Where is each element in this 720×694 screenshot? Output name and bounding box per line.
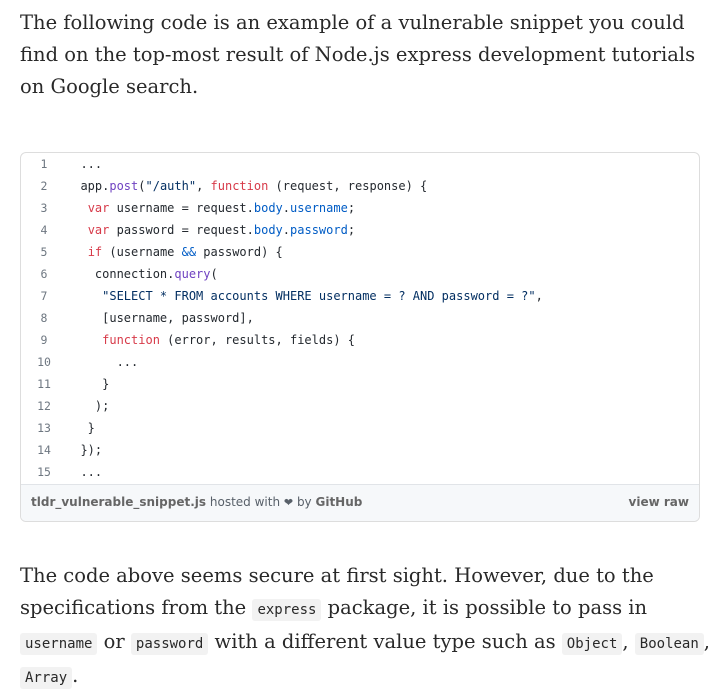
code-line: 13 } (21, 417, 699, 439)
code-text: [username, password], (66, 311, 254, 325)
code-text: var password = request.body.password; (87, 223, 356, 237)
line-number: 1 (40, 157, 48, 171)
explanation-text-3: or (103, 630, 125, 653)
line-number: 9 (40, 333, 48, 347)
code-text: ... (66, 465, 103, 479)
gist-filename-link[interactable]: tldr_vulnerable_snippet.js (31, 495, 206, 509)
code-line: 8 [username, password], (21, 307, 699, 329)
line-number: 13 (37, 421, 51, 435)
line-number: 11 (37, 377, 51, 391)
code-text: app.post("/auth", function (request, res… (66, 179, 428, 193)
code-line: 6 connection.query( (21, 263, 699, 285)
view-raw-link[interactable]: view raw (629, 495, 689, 509)
code-text: if (username && password) { (87, 245, 283, 259)
code-line: 15 ... (21, 461, 699, 483)
inline-code-password: password (130, 633, 209, 655)
line-number: 2 (40, 179, 48, 193)
code-line: 7 "SELECT * FROM accounts WHERE username… (21, 285, 699, 307)
line-number: 15 (37, 465, 51, 479)
code-line: 3 var username = request.body.username; (21, 197, 699, 219)
inline-code-express: express (252, 599, 322, 621)
line-number: 7 (40, 289, 48, 303)
code-text: ... (66, 355, 139, 369)
code-text: } (66, 421, 95, 435)
code-text: ... (66, 157, 103, 171)
line-number: 12 (37, 399, 51, 413)
code-line: 4 var password = request.body.password; (21, 219, 699, 241)
code-text: ); (66, 399, 110, 413)
line-number: 3 (40, 201, 48, 215)
code-line: 12 ); (21, 395, 699, 417)
github-gist-embed: 1 ... 2 app.post("/auth", function (reque… (20, 152, 700, 522)
explanation-text-4: with a different value type such as (214, 630, 556, 653)
inline-code-object: Object (561, 633, 623, 655)
line-number: 14 (37, 443, 51, 457)
code-line: 10 ... (21, 351, 699, 373)
gist-code-block: 1 ... 2 app.post("/auth", function (reque… (21, 153, 699, 484)
inline-code-array: Array (20, 667, 73, 689)
code-text: var username = request.body.username; (87, 201, 356, 215)
hosted-with-text: hosted with (209, 495, 281, 509)
line-number: 8 (40, 311, 48, 325)
line-number: 5 (40, 245, 48, 259)
line-number: 4 (40, 223, 48, 237)
explanation-text-2: package, it is possible to pass in (327, 596, 648, 619)
inline-code-boolean: Boolean (634, 633, 704, 655)
by-text: by (296, 495, 312, 509)
code-line: 1 ... (21, 153, 699, 175)
code-line: 11 } (21, 373, 699, 395)
code-text: function (error, results, fields) { (102, 333, 355, 347)
code-line: 5 if (username && password) { (21, 241, 699, 263)
code-text: } (66, 377, 110, 391)
code-text: }); (66, 443, 103, 457)
explanation-paragraph: The code above seems secure at first sig… (20, 564, 710, 689)
line-number: 6 (40, 267, 48, 281)
code-line: 14 }); (21, 439, 699, 461)
explanation-text-5: . (72, 664, 79, 687)
heart-icon: ❤ (283, 496, 294, 509)
code-line: 9 function (error, results, fields) { (21, 329, 699, 351)
code-line: 2 app.post("/auth", function (request, r… (21, 175, 699, 197)
gist-meta-bar: tldr_vulnerable_snippet.js hosted with ❤… (21, 484, 699, 521)
inline-code-username: username (20, 633, 98, 655)
line-number: 10 (37, 355, 51, 369)
code-text: connection.query( (66, 267, 218, 281)
code-text: "SELECT * FROM accounts WHERE username =… (102, 289, 543, 303)
intro-paragraph: The following code is an example of a vu… (20, 11, 696, 98)
github-link[interactable]: GitHub (315, 495, 362, 509)
